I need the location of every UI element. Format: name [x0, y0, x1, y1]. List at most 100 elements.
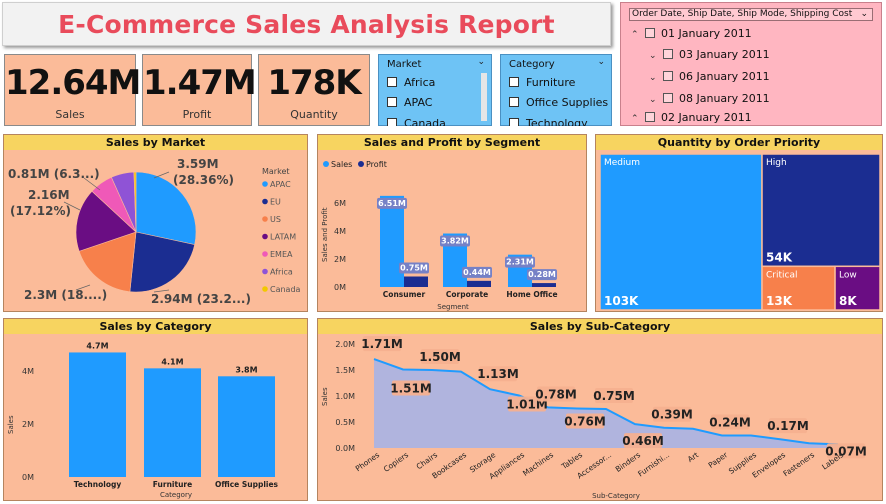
category-option-technology[interactable]: Technology	[509, 116, 588, 126]
legend-item-emea: EMEA	[270, 250, 293, 259]
data-label: 0.78M	[535, 387, 577, 401]
chevron-down-icon[interactable]: ⌄	[649, 51, 661, 61]
legend-marker	[262, 216, 268, 222]
y-tick-label: 1.0M	[335, 392, 355, 401]
chevron-down-icon[interactable]: ⌄	[477, 57, 485, 67]
data-label-profit: 0.44M	[463, 268, 491, 277]
pie-leader-line	[153, 171, 170, 179]
chevron-down-icon[interactable]: ⌄	[860, 9, 868, 20]
kpi-profit-label: Profit	[182, 108, 212, 121]
data-label: 0.39M	[651, 408, 693, 422]
chevron-down-icon[interactable]: ⌄	[597, 57, 605, 67]
checkbox-icon[interactable]	[645, 28, 655, 38]
legend-profit-marker	[358, 161, 364, 167]
data-label: 1.71M	[361, 337, 403, 351]
y-tick-label: 0M	[334, 283, 346, 292]
panel-sales-profit-by-segment: Sales and Profit by Segment Sales Profit…	[317, 134, 587, 312]
x-tick-label: Paper	[707, 450, 730, 470]
x-tick-label: Consumer	[383, 290, 426, 299]
date-slicer[interactable]: Order Date, Ship Date, Ship Mode, Shippi…	[620, 2, 882, 126]
kpi-sales-label: Sales	[55, 108, 85, 121]
date-slicer-dropdown[interactable]: Order Date, Ship Date, Ship Mode, Shippi…	[629, 8, 873, 21]
x-tick-label: Home Office	[506, 290, 557, 299]
category-option-furniture[interactable]: Furniture	[509, 76, 575, 89]
market-slicer[interactable]: Market ⌄ Africa APAC Canada	[378, 54, 492, 126]
kpi-quantity-label: Quantity	[290, 108, 338, 121]
legend-marker	[262, 251, 268, 257]
treemap-value-label: 54K	[766, 250, 793, 264]
legend-marker	[262, 181, 268, 187]
panel-quantity-by-priority: Quantity by Order Priority Medium 103K Hig…	[595, 134, 883, 312]
data-label: 0.46M	[622, 434, 664, 448]
checkbox-icon[interactable]	[645, 112, 655, 122]
pie-data-label: 2.16M	[28, 188, 70, 202]
checkbox-icon[interactable]	[387, 97, 397, 107]
category-option-office-supplies[interactable]: Office Supplies	[509, 96, 608, 109]
checkbox-icon[interactable]	[387, 77, 397, 87]
y-tick-label: 2M	[22, 420, 34, 429]
chevron-up-icon[interactable]: ⌃	[631, 114, 643, 124]
checkbox-icon[interactable]	[509, 97, 519, 107]
data-label: 3.8M	[235, 365, 257, 374]
panel-sales-by-subcategory: Sales by Sub-Category Sales Sub-Category…	[317, 318, 883, 501]
date-row[interactable]: ⌄ 06 January 2011	[649, 70, 770, 83]
bar-category-0[interactable]	[69, 352, 126, 477]
y-axis-label: Sales	[321, 387, 329, 406]
legend-sales: Sales	[331, 160, 352, 169]
bar-profit-1[interactable]	[467, 280, 491, 287]
date-row[interactable]: ⌄ 08 January 2011	[649, 92, 770, 105]
checkbox-icon[interactable]	[509, 118, 519, 126]
x-tick-label: Phones	[354, 450, 381, 473]
x-tick-label: Office Supplies	[215, 480, 279, 489]
date-row[interactable]: ⌄ 03 January 2011	[649, 48, 770, 61]
treemap-category-label: High	[766, 158, 787, 168]
chevron-down-icon[interactable]: ⌄	[649, 73, 661, 83]
checkbox-icon[interactable]	[663, 71, 673, 81]
treemap-category-label: Critical	[766, 270, 797, 280]
report-title: E-Commerce Sales Analysis Report	[58, 10, 555, 39]
date-row[interactable]: ⌃ 02 January 2011	[631, 111, 752, 125]
category-slicer[interactable]: Category ⌄ Furniture Office Supplies Tec…	[500, 54, 612, 126]
treemap-tile-medium[interactable]	[599, 153, 763, 311]
x-axis-label: Segment	[437, 303, 469, 311]
x-axis-label: Category	[160, 491, 192, 499]
chevron-down-icon[interactable]: ⌄	[649, 95, 661, 105]
kpi-sales-value: 12.64M	[5, 63, 141, 103]
checkbox-icon[interactable]	[663, 93, 673, 103]
pie-data-label: 2.3M (18....)	[24, 288, 107, 302]
treemap-value-label: 13K	[766, 294, 793, 308]
x-tick-label: Machines	[521, 450, 555, 478]
bar-category-2[interactable]	[218, 376, 275, 477]
bar-category-1[interactable]	[144, 368, 201, 477]
checkbox-icon[interactable]	[509, 77, 519, 87]
panel-sales-by-market: Sales by Market 3.59M (28.36%) 2.94M (23…	[3, 134, 308, 312]
data-label-sales: 3.82M	[441, 237, 469, 246]
market-option-canada[interactable]: Canada	[387, 116, 446, 126]
segment-bar-chart: Sales Profit Sales and Profit Segment 0M…	[321, 160, 558, 311]
data-label-profit: 0.28M	[528, 270, 556, 279]
y-tick-label: 0.0M	[335, 444, 355, 453]
kpi-card-quantity: 178K Quantity	[258, 54, 370, 126]
checkbox-icon[interactable]	[387, 118, 397, 126]
legend-item-latam: LATAM	[270, 233, 296, 242]
treemap-category-label: Medium	[604, 158, 640, 168]
market-option-apac[interactable]: APAC	[387, 96, 432, 109]
bar-profit-0[interactable]	[404, 276, 428, 288]
legend-item-eu: EU	[270, 198, 281, 207]
data-label: 1.13M	[477, 367, 519, 381]
legend-item-apac: APAC	[270, 180, 291, 189]
checkbox-icon[interactable]	[663, 49, 673, 59]
x-tick-label: Technology	[74, 480, 122, 489]
legend-profit: Profit	[366, 160, 387, 169]
x-tick-label: Furniture	[153, 480, 192, 489]
chevron-up-icon[interactable]: ⌃	[631, 30, 643, 40]
treemap-value-label: 103K	[604, 294, 639, 308]
legend-sales-marker	[323, 161, 329, 167]
bar-profit-2[interactable]	[532, 283, 556, 287]
panel-title: Sales by Category	[4, 319, 307, 334]
x-axis-label: Sub-Category	[592, 492, 640, 500]
treemap-category-label: Low	[839, 270, 857, 280]
date-row[interactable]: ⌃ 01 January 2011	[631, 27, 752, 40]
market-slicer-scrollbar[interactable]	[481, 73, 487, 121]
market-option-africa[interactable]: Africa	[387, 76, 435, 89]
